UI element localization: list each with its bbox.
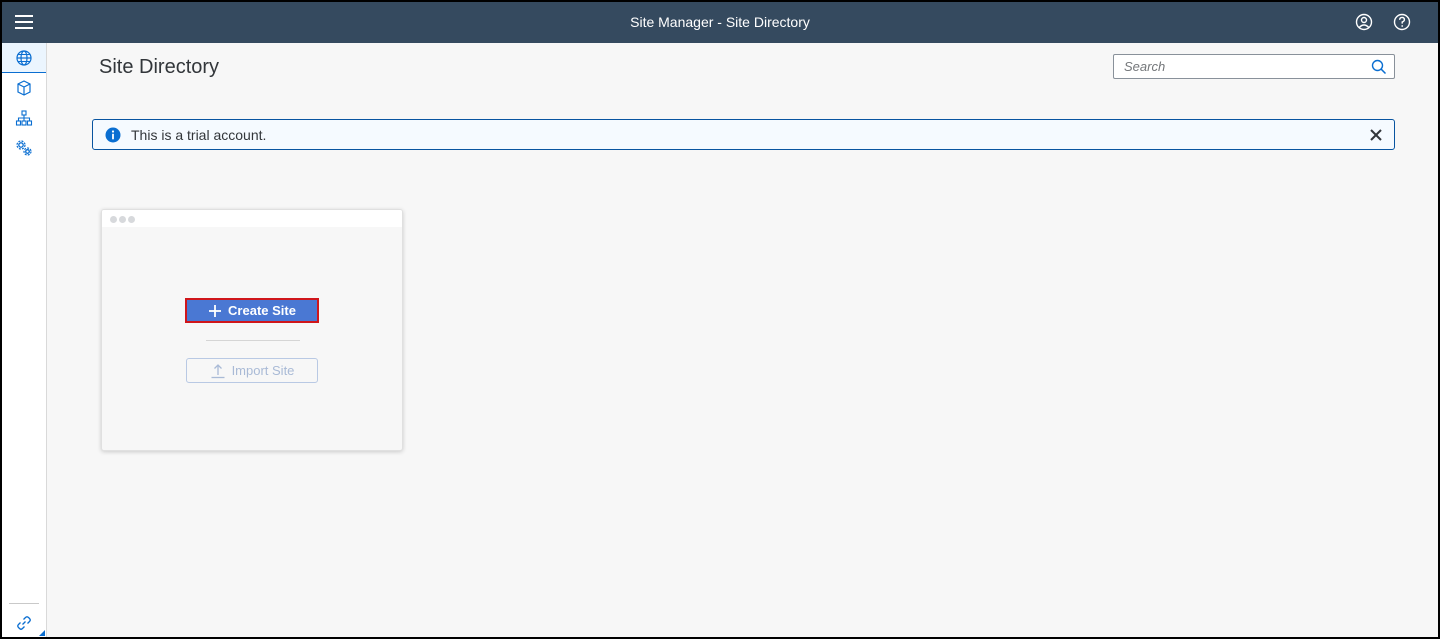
search-icon[interactable]: [1371, 59, 1387, 75]
create-site-label: Create Site: [228, 303, 296, 318]
nav-item-settings[interactable]: [2, 133, 46, 163]
card-divider: [206, 340, 300, 341]
settings-icon: [16, 140, 32, 156]
import-site-button[interactable]: Import Site: [186, 358, 318, 383]
nav-item-sites[interactable]: [2, 43, 46, 73]
help-button[interactable]: [1391, 11, 1413, 33]
help-icon: [1393, 13, 1411, 31]
nav-item-content[interactable]: [2, 73, 46, 103]
card-header: [102, 210, 402, 227]
side-navigation: [2, 43, 47, 637]
cube-icon: [17, 80, 31, 96]
search-field[interactable]: [1113, 54, 1395, 79]
resize-corner: [39, 630, 45, 636]
window-dot: [128, 216, 135, 223]
plus-icon: [209, 304, 222, 317]
message-text: This is a trial account.: [131, 127, 267, 143]
nav-separator: [9, 603, 39, 604]
upload-icon: [211, 363, 225, 378]
user-icon: [1355, 13, 1373, 31]
link-icon: [17, 616, 31, 630]
create-site-button[interactable]: Create Site: [185, 298, 319, 323]
new-site-card: Create Site Import Site: [101, 209, 403, 451]
search-input[interactable]: [1114, 55, 1364, 78]
info-icon: [105, 127, 121, 143]
app-frame: Site Manager - Site Directory Site Direc…: [0, 0, 1440, 639]
message-strip: This is a trial account.: [92, 119, 1395, 150]
nav-item-hierarchy[interactable]: [2, 103, 46, 133]
shell-title: Site Manager - Site Directory: [630, 14, 810, 30]
org-chart-icon: [15, 110, 33, 126]
import-site-label: Import Site: [231, 363, 295, 378]
user-menu-button[interactable]: [1353, 11, 1375, 33]
globe-icon: [16, 49, 32, 66]
close-icon[interactable]: [1368, 127, 1384, 143]
shell-bar: Site Manager - Site Directory: [2, 2, 1438, 43]
window-dot: [110, 216, 117, 223]
page-title: Site Directory: [99, 56, 220, 78]
window-dot: [119, 216, 126, 223]
